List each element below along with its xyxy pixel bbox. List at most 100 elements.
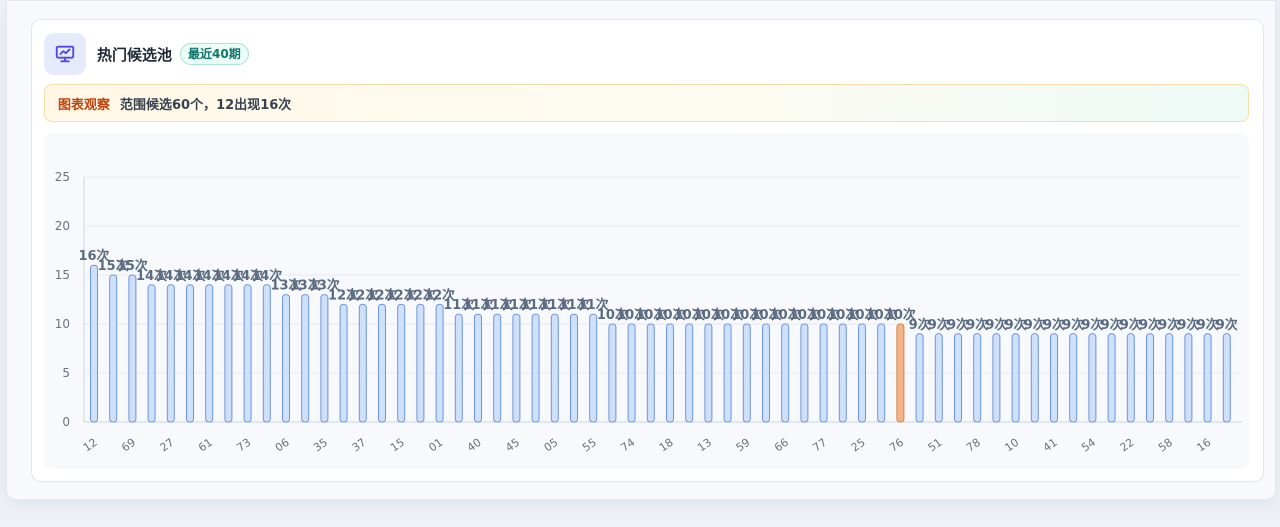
- y-tick-label: 20: [55, 219, 70, 233]
- x-tick-label: 01: [426, 436, 445, 455]
- bar-66: [781, 323, 790, 423]
- bar-30: [531, 313, 540, 423]
- bar-35: [320, 294, 329, 423]
- x-tick-label: 10: [1002, 436, 1021, 455]
- y-tick-label: 15: [55, 268, 70, 282]
- x-tick-label: 51: [926, 436, 945, 455]
- bar-77: [819, 323, 828, 423]
- x-tick-label: 41: [1041, 436, 1060, 455]
- bar-71: [416, 303, 425, 423]
- x-tick-label: 05: [542, 436, 561, 455]
- bar-11: [493, 313, 502, 423]
- x-tick-label: 58: [1156, 436, 1175, 455]
- bar-68: [1107, 333, 1116, 423]
- page-background: 热门候选池 最近40期 图表观察 范围候选60个，12出现16次 0 5 10 15 2…: [6, 0, 1276, 500]
- x-tick-label: 73: [234, 436, 253, 455]
- bar-56: [1030, 333, 1039, 423]
- bar-55: [589, 313, 598, 423]
- bar-chart: 051015202516次1215次15次6914次14次2714次14次611…: [55, 170, 1242, 455]
- bar-19: [262, 284, 271, 423]
- bar-59: [742, 323, 751, 423]
- bar-73: [243, 284, 252, 423]
- bar-63: [339, 303, 348, 423]
- bar-78: [973, 333, 982, 423]
- data-label: 9次: [1216, 317, 1238, 333]
- x-tick-label: 61: [196, 436, 215, 455]
- bar-10: [1011, 333, 1020, 423]
- bar-12: [90, 264, 98, 423]
- bar-26: [762, 323, 770, 423]
- x-tick-label: 13: [695, 436, 714, 455]
- bar-05: [550, 313, 559, 423]
- x-tick-label: 45: [503, 436, 522, 455]
- y-tick-label: 0: [62, 415, 70, 429]
- presentation-chart-icon: [44, 33, 86, 75]
- period-badge: 最近40期: [180, 43, 249, 65]
- insight-text: 范围候选60个，12出现16次: [120, 97, 292, 113]
- x-tick-label: 40: [465, 436, 484, 455]
- bar-44: [301, 294, 310, 423]
- chart-insight-banner: 图表观察 范围候选60个，12出现16次: [44, 84, 1249, 122]
- x-tick-label: 37: [350, 436, 369, 455]
- bar-47: [685, 323, 694, 423]
- bar-54: [1088, 333, 1097, 423]
- bar-61: [205, 284, 214, 423]
- bar-06: [282, 294, 290, 423]
- x-tick-label: 27: [158, 436, 177, 455]
- bar-74: [627, 323, 636, 423]
- x-tick-label: 78: [964, 436, 983, 455]
- bar-43: [1222, 333, 1231, 423]
- bar-69: [128, 274, 137, 423]
- bar-64: [954, 333, 962, 423]
- x-tick-label: 35: [311, 436, 330, 455]
- x-tick-label: 59: [734, 436, 753, 455]
- x-tick-label: 54: [1079, 436, 1098, 455]
- x-tick-label: 77: [810, 436, 829, 455]
- bar-25: [858, 323, 866, 423]
- x-tick-label: 25: [849, 436, 868, 455]
- bar-37: [358, 303, 367, 423]
- bar-76: [896, 323, 905, 423]
- x-tick-label: 16: [1194, 436, 1213, 455]
- bar-01: [435, 303, 444, 423]
- bar-40: [474, 313, 482, 423]
- bar-22: [1126, 333, 1135, 423]
- bar-75: [1184, 333, 1193, 423]
- bar-16: [1203, 333, 1212, 423]
- bar-31: [646, 323, 655, 423]
- bar-50: [877, 323, 886, 423]
- bar-04: [800, 323, 809, 423]
- bar-18: [666, 323, 674, 423]
- bar-39: [992, 333, 1001, 423]
- bar-21: [915, 333, 924, 423]
- x-tick-label: 12: [81, 436, 100, 455]
- bar-13: [704, 323, 713, 423]
- bar-36: [1146, 333, 1154, 423]
- hot-pool-card: 热门候选池 最近40期 图表观察 范围候选60个，12出现16次 0 5 10 15 2…: [31, 19, 1264, 482]
- bar-28: [109, 274, 118, 423]
- x-tick-label: 55: [580, 436, 599, 455]
- bar-41: [1050, 333, 1058, 423]
- bar-80: [723, 323, 732, 423]
- bar-51: [934, 333, 943, 423]
- x-tick-label: 69: [119, 436, 138, 455]
- x-tick-label: 74: [618, 436, 637, 455]
- y-tick-label: 10: [55, 317, 70, 331]
- chart-panel: 0 5 10 15 20 25 16次 12 15次 15次 69 14次 14次 27 14次 14次 61 1…: [44, 133, 1249, 469]
- x-tick-label: 76: [887, 436, 906, 455]
- bar-15: [397, 303, 406, 423]
- card-title: 热门候选池: [97, 45, 173, 64]
- bar-45: [512, 313, 521, 423]
- y-tick-label: 5: [62, 366, 70, 380]
- x-tick-label: 18: [657, 436, 676, 455]
- bar-52: [186, 284, 194, 423]
- x-tick-label: 66: [772, 436, 791, 455]
- card-header: 热门候选池 最近40期: [44, 32, 249, 76]
- x-tick-label: 06: [273, 436, 292, 455]
- x-tick-label: 15: [388, 436, 407, 455]
- y-tick-label: 25: [55, 170, 70, 184]
- bar-34: [147, 284, 156, 423]
- x-tick-label: 22: [1118, 436, 1137, 455]
- bar-02: [378, 303, 386, 423]
- bar-23: [454, 313, 463, 423]
